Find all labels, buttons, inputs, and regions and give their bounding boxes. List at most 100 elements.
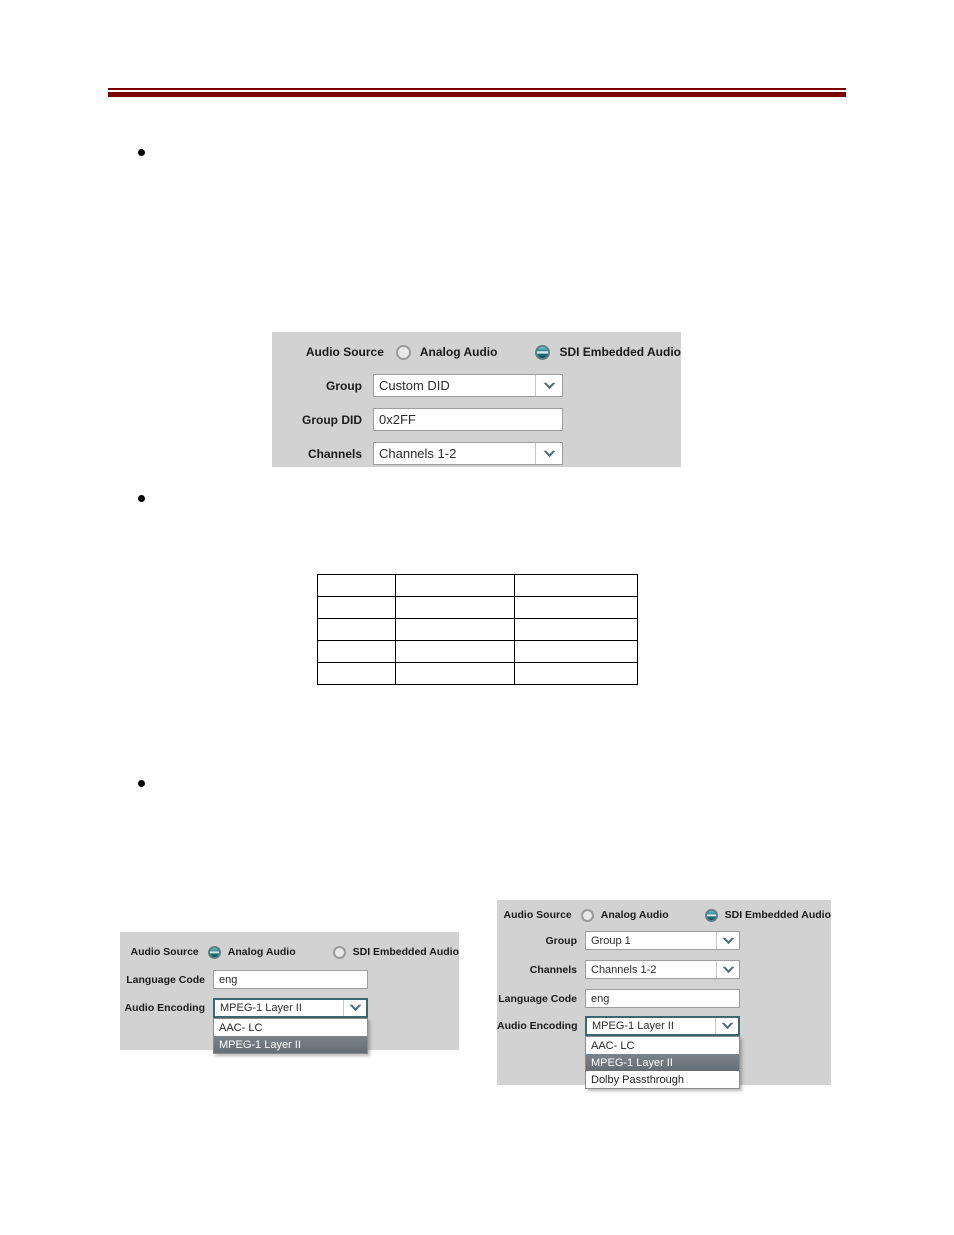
language-code-label: Language Code xyxy=(126,973,205,986)
audio-encoding-select-value: MPEG-1 Layer II xyxy=(592,1020,674,1032)
audio-source-row: Audio Source Analog Audio SDI Embedded A… xyxy=(120,942,459,962)
audio-source-label: Audio Source xyxy=(130,946,199,958)
table-cell xyxy=(317,618,396,641)
blank-data-table xyxy=(317,574,638,685)
audio-encoding-label: Audio Encoding xyxy=(124,1002,206,1014)
channels-select[interactable]: Channels 1-2 xyxy=(373,442,563,465)
radio-analog-audio-icon xyxy=(395,344,411,360)
group-did-input[interactable]: 0x2FF xyxy=(373,408,563,431)
bullet-point-2 xyxy=(138,495,145,502)
table-cell xyxy=(395,596,515,619)
table-row xyxy=(317,618,638,641)
language-code-input-value: eng xyxy=(219,973,238,986)
group-label: Group xyxy=(545,934,578,947)
chevron-down-glyph xyxy=(543,382,555,389)
dropdown-option-mpeg1-layer-ii[interactable]: MPEG-1 Layer II xyxy=(586,1054,739,1071)
language-code-row: Language Code eng xyxy=(497,989,831,1008)
chevron-down-glyph xyxy=(722,966,734,973)
chevron-down-glyph xyxy=(722,937,734,944)
dropdown-option-aac-lc[interactable]: AAC- LC xyxy=(214,1019,367,1036)
dropdown-option-dolby-passthrough[interactable]: Dolby Passthrough xyxy=(586,1071,739,1088)
radio-analog-audio-icon xyxy=(580,908,594,922)
group-select[interactable]: Custom DID xyxy=(373,374,563,397)
radio-analog-audio-label: Analog Audio xyxy=(419,345,498,359)
radio-analog-audio[interactable]: Analog Audio xyxy=(395,344,498,360)
bullet-point-3 xyxy=(138,780,145,787)
audio-encoding-select-value: MPEG-1 Layer II xyxy=(220,1002,302,1014)
chevron-down-icon[interactable] xyxy=(535,443,562,464)
language-code-input[interactable]: eng xyxy=(213,970,368,989)
audio-source-analog-panel: Audio Source Analog Audio SDI Embedded A… xyxy=(120,932,459,1054)
table-row xyxy=(317,596,638,619)
radio-sdi-embedded-audio-label: SDI Embedded Audio xyxy=(352,946,459,958)
group-label: Group xyxy=(326,378,362,393)
audio-source-label: Audio Source xyxy=(305,345,384,359)
language-code-row: Language Code eng xyxy=(120,970,459,989)
channels-select[interactable]: Channels 1-2 xyxy=(585,960,740,979)
table-cell xyxy=(514,618,638,641)
dropdown-option-aac-lc[interactable]: AAC- LC xyxy=(586,1037,739,1054)
chevron-down-icon[interactable] xyxy=(716,961,739,978)
group-row: Group Custom DID xyxy=(272,374,681,397)
radio-sdi-embedded-audio-icon xyxy=(535,344,551,360)
chevron-down-glyph xyxy=(543,450,555,457)
language-code-input[interactable]: eng xyxy=(585,989,740,1008)
table-cell xyxy=(317,574,396,597)
language-code-label: Language Code xyxy=(498,992,577,1005)
radio-sdi-embedded-audio-icon xyxy=(332,945,346,959)
table-cell xyxy=(395,640,515,663)
channels-select-value: Channels 1-2 xyxy=(591,963,657,976)
page-header-rule xyxy=(108,88,846,97)
table-row xyxy=(317,574,638,597)
radio-analog-audio-icon xyxy=(207,945,221,959)
audio-source-sdi-panel: Audio Source Analog Audio SDI Embedded A… xyxy=(272,332,681,467)
language-code-input-value: eng xyxy=(591,992,610,1005)
group-row: Group Group 1 xyxy=(497,931,831,950)
table-cell xyxy=(317,662,396,685)
chevron-down-glyph xyxy=(349,1004,361,1012)
table-cell xyxy=(317,596,396,619)
table-cell xyxy=(395,662,515,685)
table-row xyxy=(317,662,638,685)
blank-data-table-body xyxy=(317,574,638,685)
group-did-label: Group DID xyxy=(302,412,362,427)
radio-sdi-embedded-audio-icon xyxy=(704,908,718,922)
group-did-input-value: 0x2FF xyxy=(379,412,416,427)
radio-sdi-embedded-audio[interactable]: SDI Embedded Audio xyxy=(704,908,831,922)
table-cell xyxy=(317,640,396,663)
channels-row: Channels Channels 1-2 xyxy=(272,442,681,465)
chevron-down-glyph xyxy=(721,1022,733,1030)
radio-analog-audio[interactable]: Analog Audio xyxy=(207,945,296,959)
audio-encoding-select[interactable]: MPEG-1 Layer II xyxy=(585,1016,740,1036)
group-did-row: Group DID 0x2FF xyxy=(272,408,681,431)
header-rule-thick-line xyxy=(108,92,846,97)
audio-encoding-dropdown-list[interactable]: AAC- LC MPEG-1 Layer II Dolby Passthroug… xyxy=(585,1036,740,1089)
radio-sdi-embedded-audio-label: SDI Embedded Audio xyxy=(559,345,681,359)
channels-label: Channels xyxy=(307,446,362,461)
audio-encoding-dropdown-list[interactable]: AAC- LC MPEG-1 Layer II xyxy=(213,1018,368,1054)
chevron-down-icon[interactable] xyxy=(343,1000,366,1016)
audio-encoding-select[interactable]: MPEG-1 Layer II xyxy=(213,998,368,1018)
audio-encoding-label: Audio Encoding xyxy=(497,1020,578,1032)
radio-sdi-embedded-audio[interactable]: SDI Embedded Audio xyxy=(332,945,459,959)
audio-source-label: Audio Source xyxy=(503,909,572,921)
radio-analog-audio[interactable]: Analog Audio xyxy=(580,908,669,922)
table-cell xyxy=(514,640,638,663)
chevron-down-icon[interactable] xyxy=(535,375,562,396)
radio-sdi-embedded-audio[interactable]: SDI Embedded Audio xyxy=(535,344,681,360)
table-cell xyxy=(514,596,638,619)
audio-source-row: Audio Source Analog Audio SDI Embedded A… xyxy=(497,905,831,925)
table-row xyxy=(317,640,638,663)
chevron-down-icon[interactable] xyxy=(716,932,739,949)
group-select[interactable]: Group 1 xyxy=(585,931,740,950)
radio-analog-audio-label: Analog Audio xyxy=(227,946,296,958)
audio-source-row: Audio Source Analog Audio SDI Embedded A… xyxy=(272,341,681,363)
dropdown-option-mpeg1-layer-ii[interactable]: MPEG-1 Layer II xyxy=(214,1036,367,1053)
audio-source-embedded-panel: Audio Source Analog Audio SDI Embedded A… xyxy=(497,900,831,1089)
audio-encoding-row: Audio Encoding MPEG-1 Layer II xyxy=(497,1016,831,1036)
chevron-down-icon[interactable] xyxy=(715,1018,738,1034)
channels-select-value: Channels 1-2 xyxy=(379,446,457,461)
group-select-value: Group 1 xyxy=(591,934,631,947)
table-cell xyxy=(395,574,515,597)
group-select-value: Custom DID xyxy=(379,378,450,393)
